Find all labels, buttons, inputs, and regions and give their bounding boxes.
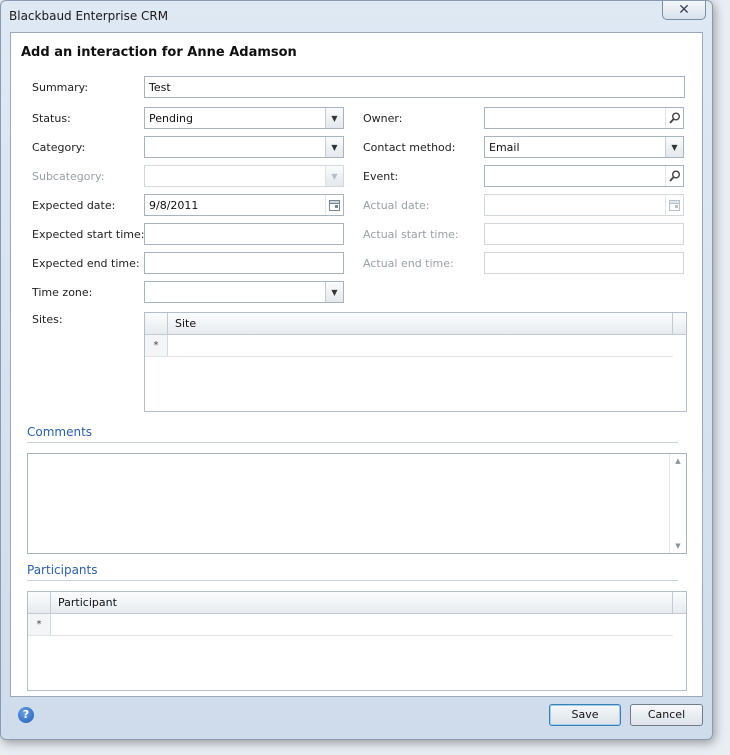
contact-method-dropdown[interactable]: Email ▼ (484, 136, 684, 158)
expected-end-time-input[interactable] (144, 252, 344, 274)
grid-header-stub (672, 313, 686, 334)
expected-date-input[interactable]: 9/8/2011 (144, 194, 344, 216)
close-button[interactable]: ✕ (662, 1, 706, 20)
chevron-down-icon[interactable]: ▼ (325, 108, 343, 128)
chevron-down-icon[interactable]: ▼ (325, 137, 343, 157)
chevron-down-icon[interactable]: ▼ (325, 282, 343, 302)
expected-date-label: Expected date: (32, 199, 116, 212)
cancel-button[interactable]: Cancel (630, 704, 703, 726)
comments-section-title: Comments (27, 425, 93, 439)
actual-start-time-input (484, 223, 684, 245)
category-dropdown[interactable]: ▼ (144, 136, 344, 158)
sites-label: Sites: (32, 313, 63, 326)
grid-corner (28, 592, 51, 613)
dialog-window: Blackbaud Enterprise CRM ✕ Add an intera… (0, 0, 713, 740)
scroll-up-icon[interactable]: ▲ (670, 457, 686, 465)
subcategory-dropdown: ▼ (144, 165, 344, 187)
new-row-marker: * (145, 335, 168, 356)
sites-grid[interactable]: Site * (144, 312, 687, 412)
comments-divider (27, 442, 678, 443)
owner-search-input[interactable] (484, 107, 684, 129)
chevron-down-icon: ▼ (325, 166, 343, 186)
participants-section-title: Participants (27, 563, 98, 577)
status-label: Status: (32, 112, 71, 125)
subcategory-label: Subcategory: (32, 170, 105, 183)
search-icon[interactable] (665, 166, 683, 186)
summary-input[interactable]: Test (144, 76, 685, 98)
participant-column-header[interactable]: Participant (58, 596, 117, 609)
expected-start-time-label: Expected start time: (32, 228, 145, 241)
comments-textarea[interactable]: ▲ ▼ (27, 453, 687, 554)
participants-grid[interactable]: Participant * (27, 591, 687, 691)
summary-value: Test (149, 81, 171, 94)
scroll-down-icon[interactable]: ▼ (670, 542, 686, 550)
sites-grid-header: Site (145, 313, 686, 335)
new-row-marker: * (28, 614, 51, 635)
window-title: Blackbaud Enterprise CRM (9, 9, 169, 23)
expected-start-time-input[interactable] (144, 223, 344, 245)
calendar-icon (665, 195, 683, 215)
time-zone-dropdown[interactable]: ▼ (144, 281, 344, 303)
form-panel: Add an interaction for Anne Adamson Summ… (10, 32, 703, 697)
expected-date-value: 9/8/2011 (149, 199, 199, 212)
search-icon[interactable] (665, 108, 683, 128)
help-icon[interactable]: ? (18, 707, 34, 723)
grid-header-stub (672, 592, 686, 613)
actual-date-label: Actual date: (363, 199, 430, 212)
participants-divider (27, 580, 678, 581)
status-dropdown[interactable]: Pending ▼ (144, 107, 344, 129)
actual-date-input (484, 194, 684, 216)
table-row[interactable]: * (145, 335, 673, 357)
contact-method-value: Email (489, 141, 520, 154)
site-column-header[interactable]: Site (175, 317, 196, 330)
actual-end-time-input (484, 252, 684, 274)
title-bar[interactable]: Blackbaud Enterprise CRM ✕ (1, 1, 712, 31)
event-search-input[interactable] (484, 165, 684, 187)
page-title: Add an interaction for Anne Adamson (21, 45, 297, 60)
table-row[interactable]: * (28, 614, 673, 636)
chevron-down-icon[interactable]: ▼ (665, 137, 683, 157)
time-zone-label: Time zone: (32, 286, 93, 299)
status-value: Pending (149, 112, 193, 125)
contact-method-label: Contact method: (363, 141, 456, 154)
calendar-icon[interactable] (325, 195, 343, 215)
event-label: Event: (363, 170, 399, 183)
actual-start-time-label: Actual start time: (363, 228, 459, 241)
category-label: Category: (32, 141, 86, 154)
actual-end-time-label: Actual end time: (363, 257, 454, 270)
participants-grid-header: Participant (28, 592, 686, 614)
owner-label: Owner: (363, 112, 403, 125)
save-button[interactable]: Save (549, 704, 621, 726)
expected-end-time-label: Expected end time: (32, 257, 140, 270)
comments-scrollbar[interactable]: ▲ ▼ (669, 454, 686, 553)
grid-corner (145, 313, 168, 334)
summary-label: Summary: (32, 81, 89, 94)
close-icon: ✕ (678, 2, 690, 18)
